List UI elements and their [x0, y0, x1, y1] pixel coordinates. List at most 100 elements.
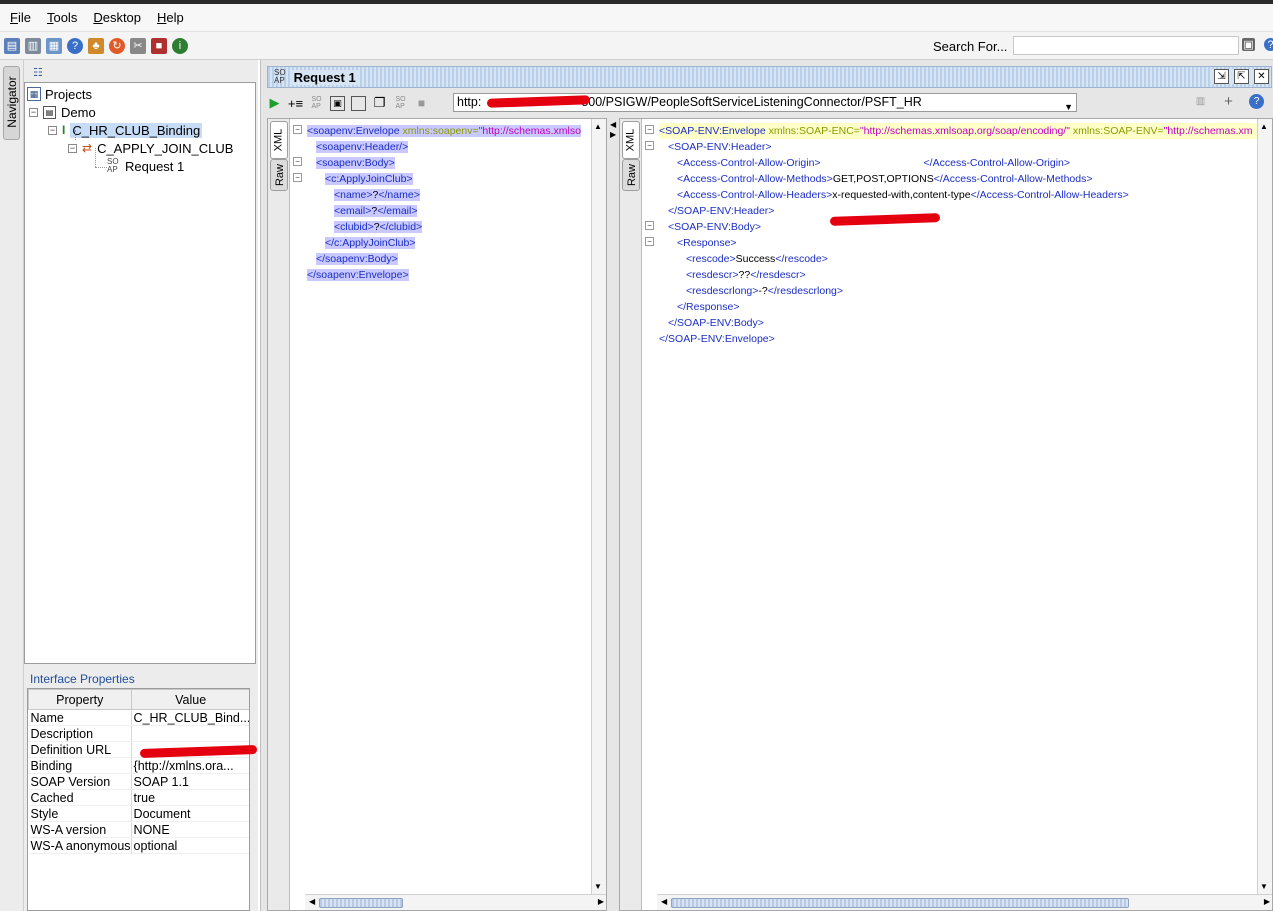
tab-xml[interactable]: XML [622, 121, 640, 159]
dock-icon[interactable]: ⇲ [1214, 69, 1229, 84]
pane-splitter[interactable]: ◀ ▶ [609, 118, 619, 911]
scroll-left-icon[interactable]: ◀ [309, 897, 315, 906]
soap-request-icon: SO AP [107, 157, 119, 174]
column-header-value[interactable]: Value [130, 689, 249, 710]
collapse-icon[interactable]: − [29, 107, 38, 117]
binoculars-icon[interactable]: ▣ [1242, 38, 1255, 51]
menu-desktop[interactable]: Desktop [93, 10, 141, 25]
project-tree: ▦ Projects − ▤ Demo − I C_HR_CLUB_Bindin… [24, 82, 256, 664]
table-row[interactable]: Style Document [28, 805, 249, 822]
tree-item-demo[interactable]: − ▤ Demo [29, 103, 96, 121]
collapse-left-icon[interactable]: ◀ [610, 120, 616, 129]
undock-icon[interactable]: ⇱ [1234, 69, 1249, 84]
menu-file[interactable]: File [10, 10, 31, 25]
request-toolbar: ▶ +≡ SO AP ▣ ❐ SO AP ■ http: 800/PSIGW/Peop… [267, 90, 1272, 116]
preferences-icon[interactable]: ✂ [130, 37, 146, 54]
collapse-right-icon[interactable]: ▶ [610, 130, 616, 139]
navigator-panel: ☷ ▦ Projects − ▤ Demo − I C_HR_CLUB_Bind… [24, 60, 258, 911]
interface-icon: I [62, 123, 66, 137]
close-icon[interactable]: ✕ [1254, 69, 1269, 84]
tree-item-projects[interactable]: ▦ Projects [27, 85, 92, 103]
maximize-icon[interactable] [351, 95, 366, 111]
cancel-request-icon[interactable]: ■ [414, 96, 429, 111]
response-xml-editor[interactable]: <SOAP-ENV:Envelope xmlns:SOAP-ENC="http:… [659, 123, 1257, 347]
fold-icon[interactable]: − [645, 237, 654, 246]
tab-raw[interactable]: Raw [270, 159, 288, 191]
table-row[interactable]: WS-A version NONE [28, 821, 249, 838]
vertical-scrollbar[interactable]: ▲ ▼ [591, 119, 606, 894]
table-row[interactable]: SOAP Version SOAP 1.1 [28, 773, 249, 790]
import-project-icon[interactable]: ▥ [25, 37, 41, 54]
table-row[interactable]: Binding {http://xmlns.ora... [28, 757, 249, 774]
scroll-right-icon[interactable]: ▶ [598, 897, 604, 906]
help-icon[interactable]: i [172, 37, 188, 54]
column-header-property[interactable]: Property [28, 689, 132, 710]
fold-icon[interactable]: − [293, 125, 302, 134]
table-row[interactable]: Name C_HR_CLUB_Bind... [28, 709, 249, 726]
add-request-icon[interactable]: +≡ [288, 96, 303, 111]
vertical-scrollbar[interactable]: ▲ ▼ [1257, 119, 1272, 894]
scroll-down-icon[interactable]: ▼ [1260, 882, 1268, 891]
scroll-up-icon[interactable]: ▲ [594, 122, 602, 131]
fold-icon[interactable]: − [645, 125, 654, 134]
search-help-icon[interactable]: ? [1264, 38, 1273, 51]
operation-icon: ⇄ [82, 141, 93, 155]
table-row[interactable]: Cached true [28, 789, 249, 806]
scroll-thumb[interactable] [319, 898, 403, 908]
save-all-icon[interactable]: ▦ [46, 37, 62, 54]
submit-request-icon[interactable]: ▶ [267, 95, 282, 111]
project-icon: ▤ [43, 105, 56, 119]
request-view-tabs: XML Raw [268, 119, 290, 910]
add-icon[interactable]: + [1221, 93, 1236, 110]
trial-icon[interactable]: ♣ [88, 37, 104, 54]
fold-icon[interactable]: − [645, 221, 654, 230]
fold-icon[interactable]: − [645, 141, 654, 150]
collapse-icon[interactable]: − [68, 143, 77, 153]
response-xml-pane: XML Raw − − − − <SOAP-ENV:Envelope xmlns… [619, 118, 1273, 911]
interface-properties-title: Interface Properties [30, 672, 135, 686]
scroll-up-icon[interactable]: ▲ [1260, 122, 1268, 131]
tree-item-operation[interactable]: − ⇄ C_APPLY_JOIN_CLUB [68, 139, 233, 157]
search-input[interactable] [1013, 36, 1239, 55]
chevron-down-icon[interactable]: ▼ [1064, 99, 1073, 111]
request-xml-editor[interactable]: <soapenv:Envelope xmlns:soapenv="http://… [307, 123, 591, 283]
forum-icon[interactable]: ? [67, 37, 83, 54]
horizontal-scrollbar[interactable]: ◀ ▶ [305, 894, 606, 910]
navigator-tab-strip: Navigator [0, 60, 24, 911]
scroll-right-icon[interactable]: ▶ [1264, 897, 1270, 906]
recreate-request-icon[interactable]: SO AP [393, 96, 408, 111]
create-empty-icon[interactable]: ▣ [330, 95, 345, 111]
response-view-tabs: XML Raw [620, 119, 642, 910]
navigator-tab[interactable]: Navigator [3, 66, 20, 140]
tab-raw[interactable]: Raw [622, 159, 640, 191]
interface-properties-table: Property Value Name C_HR_CLUB_Bind... Des… [27, 688, 250, 911]
split-view-icon[interactable]: ❐ [372, 95, 387, 111]
clone-request-icon[interactable]: SO AP [309, 96, 324, 111]
navigator-header: ☷ [24, 60, 258, 82]
menu-help[interactable]: Help [157, 10, 184, 25]
request-title: Request 1 [289, 69, 360, 85]
scroll-thumb[interactable] [671, 898, 1129, 908]
attachments-icon[interactable]: ▥ [1193, 94, 1208, 109]
horizontal-scrollbar[interactable]: ◀ ▶ [657, 894, 1272, 910]
fold-icon[interactable]: − [293, 173, 302, 182]
collapse-icon[interactable]: − [48, 125, 57, 135]
list-view-icon[interactable]: ☷ [33, 66, 43, 79]
new-project-icon[interactable]: ▤ [4, 37, 20, 54]
request-title-bar: SO AP Request 1 ⇲ ⇱ ✕ [267, 66, 1272, 88]
update-icon[interactable]: ↻ [109, 37, 125, 54]
table-row[interactable]: WS-A anonymous optional [28, 837, 249, 854]
request-xml-pane: XML Raw − − − <soapenv:Envelope xmlns:so… [267, 118, 607, 911]
fold-icon[interactable]: − [293, 157, 302, 166]
fold-gutter: − − − − [643, 119, 657, 894]
scroll-left-icon[interactable]: ◀ [661, 897, 667, 906]
tab-xml[interactable]: XML [270, 121, 288, 159]
scroll-down-icon[interactable]: ▼ [594, 882, 602, 891]
search-label: Search For... [933, 39, 1008, 54]
table-row[interactable]: Description [28, 725, 249, 742]
tree-item-binding[interactable]: − I C_HR_CLUB_Binding [48, 121, 203, 139]
tree-item-request[interactable]: SO AP Request 1 [107, 157, 184, 175]
proxy-icon[interactable]: ■ [151, 37, 167, 54]
help-icon[interactable]: ? [1249, 94, 1264, 109]
menu-tools[interactable]: Tools [47, 10, 77, 25]
